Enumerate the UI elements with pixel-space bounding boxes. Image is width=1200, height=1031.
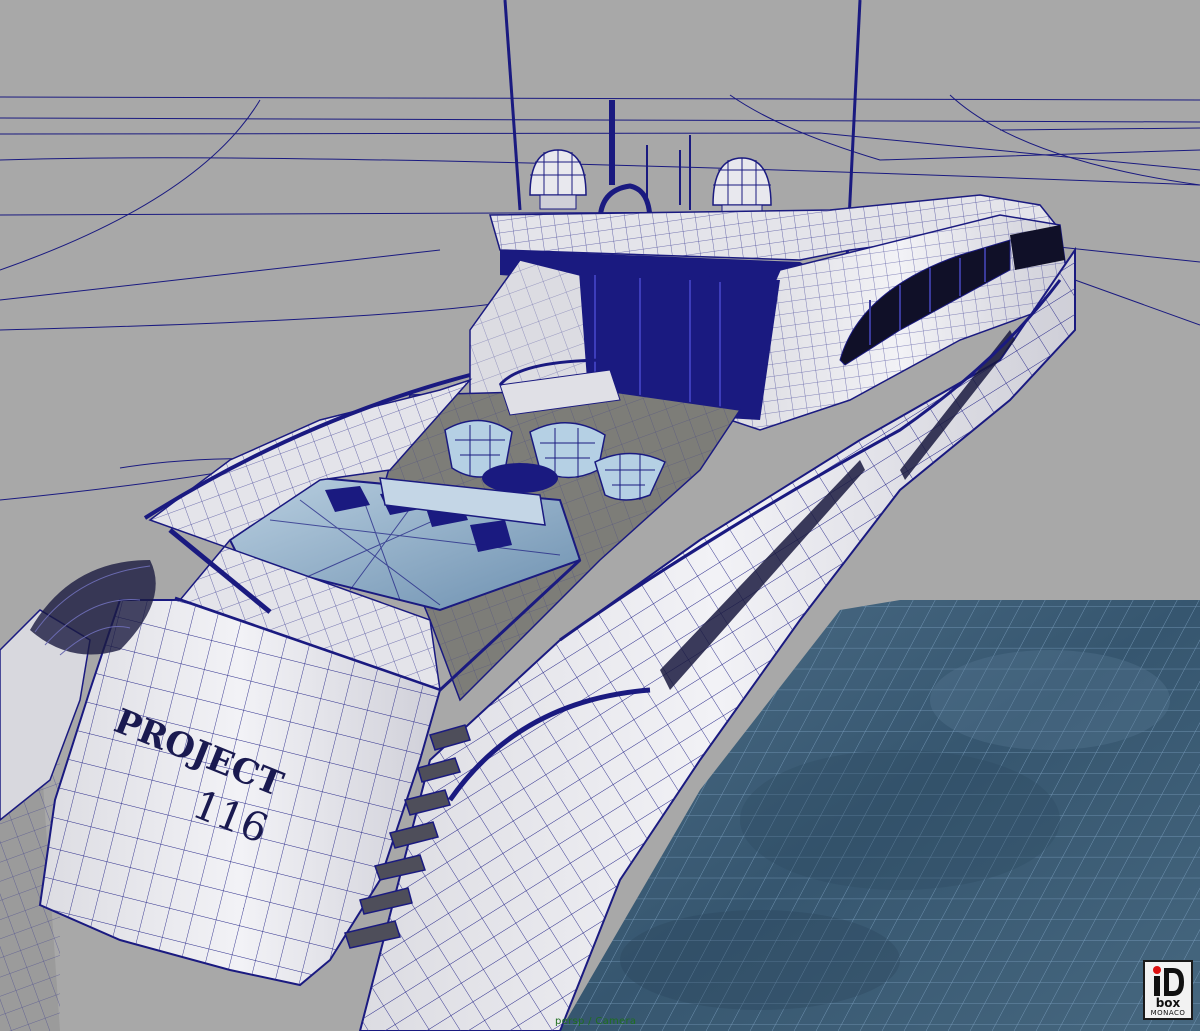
maya-viewport[interactable]: PROJECT 116 persp / Camera box MONACO xyxy=(0,0,1200,1031)
watermark-logo: box MONACO xyxy=(1143,960,1193,1020)
yacht-wireframe-scene[interactable]: PROJECT 116 xyxy=(0,0,1200,1031)
id-logo-icon xyxy=(1153,966,1184,996)
camera-name-label: persp / Camera xyxy=(555,1016,637,1027)
watermark-word: box xyxy=(1155,996,1181,1010)
watermark-sub: MONACO xyxy=(1150,1009,1186,1017)
